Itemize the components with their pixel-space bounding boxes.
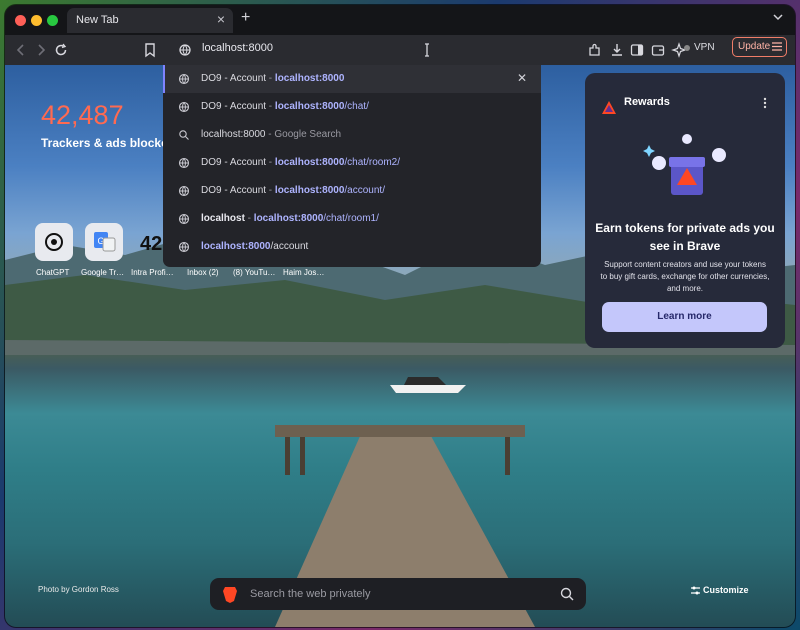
rewards-description: Support content creators and use your to… — [600, 260, 770, 293]
bat-triangle-icon — [602, 101, 616, 114]
learn-more-label: Learn more — [657, 311, 712, 322]
suggestion-url-match: localhost:8000 — [274, 73, 345, 84]
suggestion-separator: - — [266, 185, 275, 196]
tab-title: New Tab — [76, 14, 119, 26]
learn-more-button[interactable]: Learn more — [602, 302, 767, 332]
globe-icon — [178, 241, 190, 253]
suggestion-separator: - — [266, 101, 275, 112]
boat — [390, 377, 466, 393]
tab-new-tab[interactable]: New Tab × — [67, 8, 233, 33]
trackers-label: Trackers & ads blocked — [41, 136, 176, 150]
suggestion-item[interactable]: localhost:8000/account — [163, 233, 541, 261]
vpn-status-dot — [684, 45, 690, 51]
gift-illustration-icon — [643, 134, 726, 195]
top-site-name[interactable]: Haim Jos… — [283, 268, 324, 277]
suggestion-title: DO9 - Account — [201, 73, 267, 84]
update-label: Update — [738, 41, 771, 52]
remove-suggestion-icon[interactable]: ✕ — [517, 71, 527, 85]
top-site-chatgpt[interactable] — [35, 223, 75, 261]
suggestion-title: DO9 - Account — [201, 101, 267, 112]
suggestion-url-rest: /chat/room2/ — [344, 157, 400, 168]
globe-icon — [178, 101, 190, 113]
new-tab-button[interactable]: + — [241, 9, 250, 27]
suggestion-url-match: localhost:8000 — [274, 157, 345, 168]
suggestion-item[interactable]: localhost:8000 - Google Search — [163, 121, 541, 149]
address-bar-input[interactable]: localhost:8000 — [202, 42, 273, 54]
suggestion-item[interactable]: DO9 - Account - localhost:8000/chat/room… — [163, 149, 541, 177]
suggestion-separator: - — [244, 213, 254, 224]
minimize-window-button[interactable] — [31, 15, 42, 26]
chatgpt-logo-icon — [35, 223, 73, 261]
suggestion-url-match: localhost:8000 — [253, 213, 324, 224]
close-window-button[interactable] — [15, 15, 26, 26]
selection-indicator — [163, 65, 165, 93]
rewards-headline: Earn tokens for private ads you see in B… — [595, 221, 775, 253]
suggestion-url-match: localhost:8000 — [201, 241, 271, 252]
globe-icon — [178, 73, 190, 85]
suggestion-item[interactable]: DO9 - Account - localhost:8000/chat/ — [163, 93, 541, 121]
customize-button[interactable]: Customize — [691, 585, 749, 595]
customize-label: Customize — [703, 585, 749, 595]
suggestion-url-rest: /chat/room1/ — [323, 213, 379, 224]
top-site-name: Google Tr… — [81, 268, 125, 277]
suggestion-url-match: localhost:8000 — [274, 101, 345, 112]
suggestion-url-rest: /account — [270, 241, 309, 252]
suggestion-url-rest: /account/ — [344, 185, 385, 196]
tab-list-chevron-icon[interactable] — [773, 12, 783, 22]
sliders-icon — [691, 586, 700, 595]
forward-icon[interactable] — [33, 42, 49, 58]
toolbar: localhost:8000 VPN — [5, 35, 795, 65]
tab-close-icon[interactable]: × — [217, 11, 225, 27]
svg-text:42: 42 — [140, 233, 162, 255]
update-button[interactable]: Update — [732, 37, 787, 57]
google-translate-logo-icon: G — [85, 223, 123, 261]
suggestion-title: DO9 - Account — [201, 157, 267, 168]
suggestion-url-rest: /chat/ — [344, 101, 369, 112]
rewards-card: Rewards Earn tokens for private ads you … — [585, 73, 785, 348]
suggestion-title: localhost — [201, 213, 245, 224]
top-site-name[interactable]: Inbox (2) — [187, 268, 219, 277]
top-site-google-translate[interactable]: G — [85, 223, 125, 261]
rewards-title: Rewards — [624, 96, 670, 108]
trackers-count: 42,487 — [41, 100, 124, 130]
search-box[interactable]: Search the web privately — [210, 578, 586, 610]
globe-icon — [178, 157, 190, 169]
browser-window: New Tab × + localhost:8000 VPN Update 42… — [5, 5, 795, 627]
vpn-button[interactable]: VPN — [684, 42, 715, 53]
site-info-globe-icon[interactable] — [177, 42, 193, 58]
downloads-icon[interactable] — [609, 42, 625, 58]
omnibox-suggestions: DO9 - Account - localhost:8000 ✕ DO9 - A… — [163, 65, 541, 267]
search-input[interactable]: Search the web privately — [250, 588, 370, 600]
suggestion-separator: - — [266, 73, 275, 84]
reload-icon[interactable] — [53, 42, 69, 58]
top-site-name: ChatGPT — [36, 268, 70, 277]
suggestion-item[interactable]: DO9 - Account - localhost:8000 ✕ — [163, 65, 541, 93]
suggestion-separator: - — [266, 157, 275, 168]
extensions-puzzle-icon[interactable] — [587, 42, 603, 58]
suggestion-item[interactable]: localhost - localhost:8000/chat/room1/ — [163, 205, 541, 233]
text-cursor-icon — [425, 43, 429, 57]
globe-icon — [178, 185, 190, 197]
suggestion-title: DO9 - Account — [201, 185, 267, 196]
zoom-window-button[interactable] — [47, 15, 58, 26]
photo-credit[interactable]: Photo by Gordon Ross — [38, 585, 119, 594]
brave-lion-icon — [223, 587, 237, 603]
top-site-name: Intra Profi… — [131, 268, 174, 277]
suggestion-url-match: localhost:8000 — [274, 185, 345, 196]
more-options-icon[interactable] — [763, 97, 767, 109]
vpn-label: VPN — [694, 42, 715, 53]
bookmark-icon[interactable] — [142, 42, 158, 58]
tab-strip: New Tab × + — [5, 5, 795, 35]
sidebar-toggle-icon[interactable] — [629, 42, 645, 58]
back-icon[interactable] — [13, 42, 29, 58]
menu-icon — [772, 42, 782, 51]
globe-icon — [178, 213, 190, 225]
suggestion-item[interactable]: DO9 - Account - localhost:8000/account/ — [163, 177, 541, 205]
top-site-name[interactable]: (8) YouTu… — [233, 268, 275, 277]
search-icon — [179, 130, 189, 140]
wallet-icon[interactable] — [650, 42, 666, 58]
search-icon[interactable] — [560, 587, 574, 601]
suggestion-url-rest: Google Search — [274, 129, 342, 140]
suggestion-title: localhost:8000 — [201, 129, 266, 140]
